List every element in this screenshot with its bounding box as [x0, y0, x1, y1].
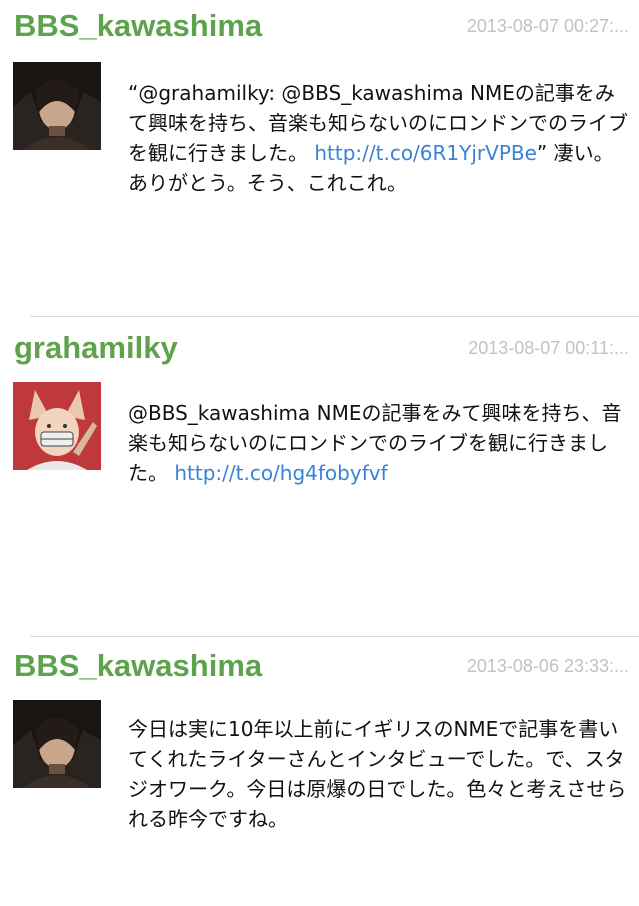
tweet-text: 今日は実に10年以上前にイギリスのNMEで記事を書いてくれたライターさんとインタ…	[128, 714, 628, 834]
tweet-item[interactable]: BBS_kawashima 2013-08-06 23:33:... 今日は実に…	[0, 646, 639, 906]
tweet-text: “@grahamilky: @BBS_kawashima NMEの記事をみて興味…	[128, 78, 628, 198]
avatar[interactable]	[13, 382, 101, 470]
avatar-portrait-icon	[13, 700, 101, 788]
tweet-text: @BBS_kawashima NMEの記事をみて興味を持ち、音楽も知らないのにロ…	[128, 398, 628, 488]
tweet-item[interactable]: grahamilky 2013-08-07 00:11:... @BBS_kaw…	[0, 328, 639, 628]
avatar-fox-mask-icon	[13, 382, 101, 470]
tweet-timestamp: 2013-08-07 00:11:...	[468, 338, 629, 358]
avatar[interactable]	[13, 700, 101, 788]
tweet-username[interactable]: BBS_kawashima	[14, 646, 262, 686]
divider	[30, 316, 639, 317]
tweet-username[interactable]: grahamilky	[14, 328, 178, 368]
tweet-text-part: 今日は実に10年以上前にイギリスのNMEで記事を書いてくれたライターさんとインタ…	[128, 717, 627, 831]
avatar[interactable]	[13, 62, 101, 150]
tweet-timestamp: 2013-08-06 23:33:...	[466, 656, 629, 676]
tweet-username[interactable]: BBS_kawashima	[14, 6, 262, 46]
tweet-link[interactable]: http://t.co/6R1YjrVPBe	[314, 141, 537, 165]
divider	[30, 636, 639, 637]
tweet-timestamp: 2013-08-07 00:27:...	[466, 16, 629, 36]
tweet-link[interactable]: http://t.co/hg4fobyfvf	[174, 461, 387, 485]
avatar-portrait-icon	[13, 62, 101, 150]
tweet-item[interactable]: BBS_kawashima 2013-08-07 00:27:... “@gra…	[0, 6, 639, 306]
